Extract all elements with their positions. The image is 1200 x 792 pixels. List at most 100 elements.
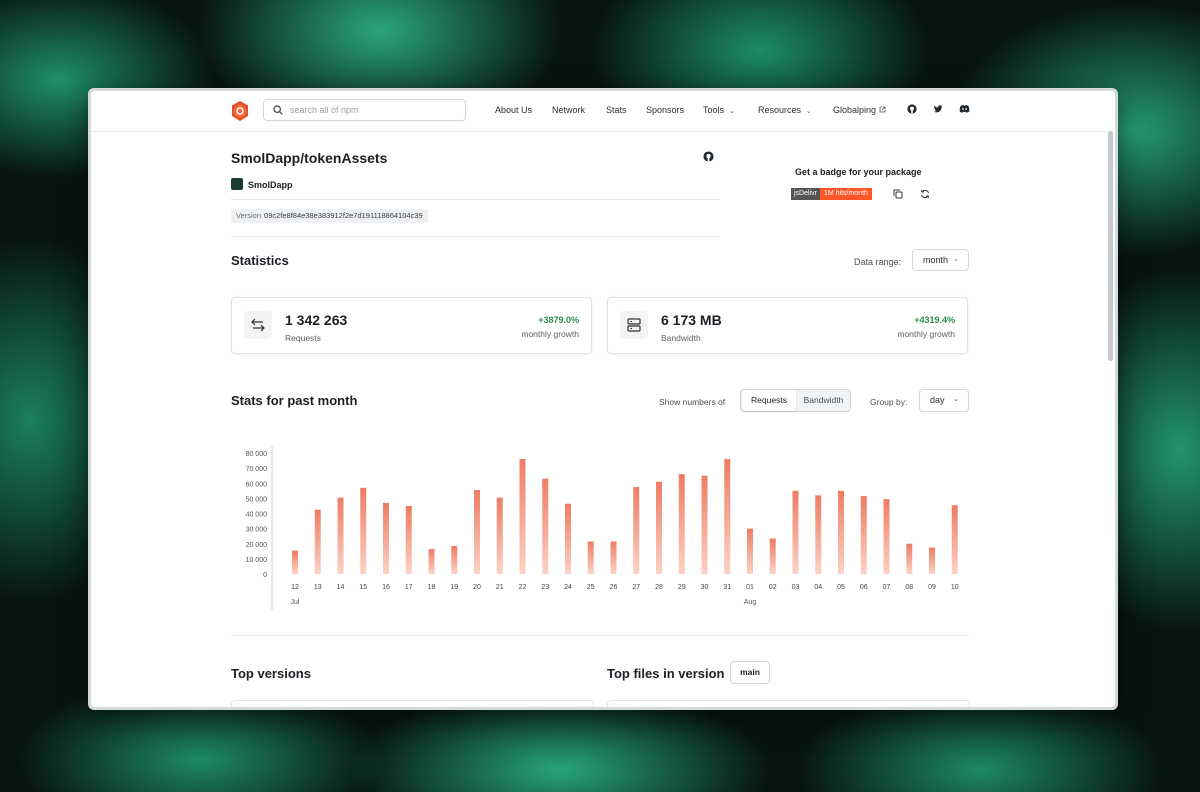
chart-bar bbox=[360, 487, 367, 574]
bandwidth-card: 6 173 MB Bandwidth +4319.4% monthly grow… bbox=[607, 297, 968, 354]
search-box[interactable] bbox=[263, 99, 466, 121]
arrows-swap-icon bbox=[251, 318, 265, 332]
github-icon[interactable] bbox=[703, 151, 714, 162]
data-range-value: month bbox=[923, 255, 949, 265]
chart-bar bbox=[860, 496, 867, 574]
x-tick-label: 20 bbox=[473, 584, 481, 591]
toggle-bandwidth[interactable]: Bandwidth bbox=[796, 390, 851, 411]
author-name[interactable]: SmolDapp bbox=[248, 180, 293, 190]
bandwidth-growth: +4319.4% bbox=[914, 315, 955, 325]
chart-bar bbox=[496, 497, 503, 574]
copy-icon[interactable] bbox=[893, 189, 903, 199]
discord-icon[interactable] bbox=[959, 104, 970, 114]
divider bbox=[231, 635, 969, 636]
bandwidth-label: Bandwidth bbox=[661, 333, 701, 343]
search-input[interactable] bbox=[290, 102, 460, 118]
nav-globalping[interactable]: Globalping bbox=[833, 105, 886, 115]
requests-growth: +3879.0% bbox=[538, 315, 579, 325]
x-tick-label: 24 bbox=[564, 584, 572, 591]
badge-title: Get a badge for your package bbox=[795, 167, 922, 177]
x-tick-label: 26 bbox=[610, 584, 618, 591]
nav-about-us[interactable]: About Us bbox=[495, 105, 532, 115]
x-tick-label: 16 bbox=[382, 584, 390, 591]
y-tick-label: 10 000 bbox=[246, 557, 268, 564]
branch-selector[interactable]: main bbox=[730, 661, 770, 684]
data-range-select[interactable]: month ⌄ bbox=[912, 249, 969, 271]
nav-tools[interactable]: Tools ⌄ bbox=[703, 105, 735, 115]
x-tick-label: 02 bbox=[769, 584, 777, 591]
chart-bar bbox=[701, 475, 708, 574]
jsdelivr-logo-icon[interactable] bbox=[231, 101, 249, 121]
chart-bar bbox=[292, 550, 298, 574]
x-tick-label: 30 bbox=[701, 584, 709, 591]
chart-bar bbox=[678, 474, 685, 574]
top-files-table bbox=[607, 700, 970, 707]
past-month-title: Stats for past month bbox=[231, 393, 358, 408]
group-by-select[interactable]: day ⌄ bbox=[919, 389, 969, 412]
chart-bar bbox=[451, 546, 458, 574]
chart-bar bbox=[337, 497, 344, 574]
chart-bar bbox=[587, 541, 594, 574]
x-tick-label: 07 bbox=[883, 584, 891, 591]
chart-bar bbox=[383, 502, 389, 574]
data-range-label: Data range: bbox=[854, 257, 902, 267]
chart-bar bbox=[610, 541, 617, 574]
x-tick-label: 31 bbox=[723, 584, 731, 591]
search-icon bbox=[273, 105, 283, 115]
x-tick-label: 17 bbox=[405, 584, 413, 591]
chevron-down-icon: ⌄ bbox=[953, 396, 959, 403]
y-tick-label: 0 bbox=[263, 572, 267, 579]
chart-bar bbox=[792, 490, 799, 574]
group-by-value: day bbox=[930, 395, 945, 405]
nav-stats[interactable]: Stats bbox=[606, 105, 627, 115]
version-chip: Version 09c2fe8f84e38e383912f2e7d19111886… bbox=[231, 209, 428, 223]
x-month-label: Jul bbox=[291, 599, 300, 606]
top-versions-table bbox=[231, 700, 594, 707]
jsdelivr-badge[interactable]: jsDelivr 1M hits/month bbox=[791, 188, 872, 200]
nav-network[interactable]: Network bbox=[552, 105, 585, 115]
browser-window: About Us Network Stats Sponsors Tools ⌄ R… bbox=[88, 88, 1118, 710]
chart-bar bbox=[815, 495, 822, 574]
chevron-down-icon: ⌄ bbox=[729, 108, 735, 115]
toggle-requests[interactable]: Requests bbox=[742, 390, 796, 411]
twitter-icon[interactable] bbox=[933, 104, 943, 114]
nav-sponsors[interactable]: Sponsors bbox=[646, 105, 684, 115]
x-tick-label: 08 bbox=[905, 584, 913, 591]
top-navigation: About Us Network Stats Sponsors Tools ⌄ R… bbox=[91, 91, 1109, 132]
x-tick-label: 19 bbox=[450, 584, 458, 591]
chart-bar bbox=[883, 499, 890, 574]
chart-bar bbox=[724, 459, 731, 574]
chart-bar bbox=[929, 547, 935, 574]
x-tick-label: 14 bbox=[337, 584, 345, 591]
x-tick-label: 05 bbox=[837, 584, 845, 591]
chevron-down-icon: ⌄ bbox=[953, 256, 959, 263]
y-tick-label: 20 000 bbox=[246, 542, 268, 549]
external-link-icon bbox=[879, 106, 886, 113]
scrollbar[interactable] bbox=[1108, 131, 1113, 361]
chart-bar bbox=[633, 487, 640, 574]
x-tick-label: 29 bbox=[678, 584, 686, 591]
chart-bar bbox=[314, 509, 321, 574]
requests-label: Requests bbox=[285, 333, 321, 343]
nav-resources[interactable]: Resources ⌄ bbox=[758, 105, 812, 115]
divider bbox=[231, 199, 719, 200]
refresh-icon[interactable] bbox=[920, 189, 930, 199]
requests-icon-box bbox=[244, 311, 272, 339]
x-tick-label: 28 bbox=[655, 584, 663, 591]
metric-toggle: Requests Bandwidth bbox=[740, 389, 851, 412]
nav-tools-label: Tools bbox=[703, 105, 725, 115]
x-tick-label: 22 bbox=[519, 584, 527, 591]
chart-bar bbox=[428, 549, 435, 574]
chart-bar bbox=[474, 490, 480, 574]
x-tick-label: 15 bbox=[359, 584, 367, 591]
x-tick-label: 18 bbox=[428, 584, 436, 591]
y-tick-label: 70 000 bbox=[246, 466, 268, 473]
chart-bar bbox=[542, 478, 549, 574]
x-month-label: Aug bbox=[744, 599, 757, 606]
statistics-title: Statistics bbox=[231, 253, 289, 268]
y-tick-label: 60 000 bbox=[246, 481, 268, 488]
author-avatar bbox=[231, 178, 243, 190]
requests-growth-label: monthly growth bbox=[521, 329, 579, 339]
github-icon[interactable] bbox=[907, 104, 917, 114]
x-tick-label: 23 bbox=[541, 584, 549, 591]
